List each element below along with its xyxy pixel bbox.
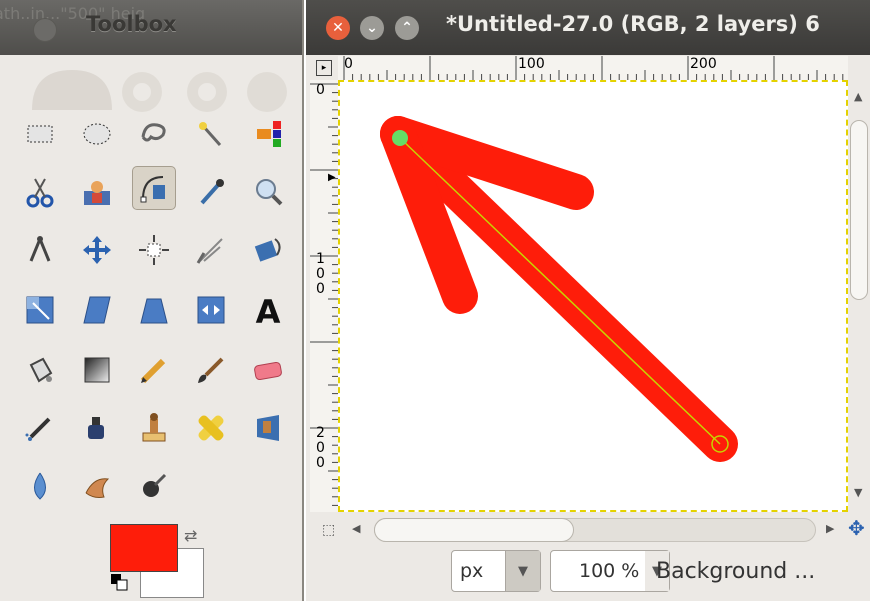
smudge-icon[interactable] [75,464,119,508]
eraser-icon[interactable] [246,348,290,392]
airbrush-icon[interactable] [18,406,62,450]
toolbox-title: Toolbox [86,12,177,36]
fuzzy-select-icon[interactable] [189,112,233,156]
foreground-select-icon[interactable] [75,170,119,214]
image-titlebar[interactable]: ✕ ⌄ ⌃ *Untitled-27.0 (RGB, 2 layers) 6 [306,0,870,55]
hruler-ticks [343,56,844,80]
vruler-label: 0 [316,82,325,98]
rect-select-icon[interactable] [18,112,62,156]
hruler-label: 100 [518,56,545,72]
foreground-color-swatch-front[interactable] [110,524,178,572]
toolbox-titlebar[interactable]: ath..in..."500" heig Toolbox [0,0,302,55]
layer-value: Background ... [656,558,816,584]
maximize-window-button[interactable]: ⌃ [395,16,419,40]
wilber-logo-icon [32,70,287,112]
horizontal-scrollbar[interactable]: ⬚ ◀ ▶ [322,514,848,544]
dodge-burn-icon[interactable] [132,464,176,508]
quick-mask-icon[interactable]: ▸ [316,60,332,76]
default-colors-icon[interactable] [110,573,128,591]
scroll-left-icon[interactable]: ◀ [352,522,360,535]
move-icon[interactable] [75,228,119,272]
perspective-clone-icon[interactable] [246,406,290,450]
layer-label[interactable]: Background ... [656,550,815,592]
crop-icon[interactable] [189,228,233,272]
path-anchor-start[interactable] [392,130,408,146]
vruler-label: 100 [316,251,325,297]
minimize-window-button[interactable]: ⌄ [360,16,384,40]
paintbrush-icon[interactable] [189,348,233,392]
free-select-icon[interactable] [132,112,176,156]
color-select-icon[interactable] [246,112,290,156]
status-bar: px ▼ 100 % ▼ Background ... [306,546,870,601]
unit-combo[interactable]: px ▼ [451,550,541,592]
zoom-value: 100 % [579,560,640,582]
image-canvas[interactable] [338,80,848,512]
align-icon[interactable] [132,228,176,272]
hscroll-thumb[interactable] [374,518,574,542]
paths-icon[interactable] [132,166,176,210]
navigate-icon[interactable]: ⬚ [322,522,335,538]
color-picker-icon[interactable] [189,170,233,214]
blend-icon[interactable] [75,348,119,392]
unit-value: px [460,560,484,582]
navigate-move-icon[interactable]: ✥ [848,516,865,540]
swap-colors-icon[interactable]: ⇄ [184,526,197,545]
hruler-label: 0 [344,56,353,72]
pencil-icon[interactable] [132,348,176,392]
zoom-icon[interactable] [246,170,290,214]
ruler-corner[interactable]: ▸ [310,56,338,80]
close-window-button[interactable]: ✕ [326,16,350,40]
toolbox-window: ath..in..."500" heig Toolbox A ⇄ [0,0,304,601]
scroll-up-icon[interactable]: ▲ [854,90,862,103]
vertical-ruler[interactable]: 0 100 200 ▶ [310,80,339,512]
toolbox-close-button[interactable] [33,18,57,42]
image-title: *Untitled-27.0 (RGB, 2 layers) 6 [446,12,820,36]
rotate-icon[interactable] [246,228,290,272]
scroll-down-icon[interactable]: ▼ [854,486,862,499]
zoom-combo[interactable]: 100 % ▼ [550,550,670,592]
flip-icon[interactable] [189,288,233,332]
blur-icon[interactable] [18,464,62,508]
horizontal-ruler[interactable]: 0 100 200 [338,56,848,81]
vruler-label: 200 [316,425,325,471]
perspective-icon[interactable] [132,288,176,332]
text-icon[interactable]: A [246,288,290,332]
measure-icon[interactable] [18,228,62,272]
ink-icon[interactable] [75,406,119,450]
vertical-scrollbar[interactable]: ▲ ▼ [848,80,870,512]
hruler-label: 200 [690,56,717,72]
bucket-fill-icon[interactable] [18,348,62,392]
svg-text:A: A [256,293,281,327]
vscroll-thumb[interactable] [850,120,868,300]
scale-icon[interactable] [18,288,62,332]
heal-icon[interactable] [189,406,233,450]
shear-icon[interactable] [75,288,119,332]
unit-dropdown-icon[interactable]: ▼ [505,551,540,591]
drawing [380,116,738,462]
clone-icon[interactable] [132,406,176,450]
scissors-select-icon[interactable] [18,170,62,214]
pointer-marker-icon: ▶ [328,172,336,183]
scroll-right-icon[interactable]: ▶ [826,522,834,535]
image-window: ✕ ⌄ ⌃ *Untitled-27.0 (RGB, 2 layers) 6 ▸… [306,0,870,601]
ellipse-select-icon[interactable] [75,112,119,156]
